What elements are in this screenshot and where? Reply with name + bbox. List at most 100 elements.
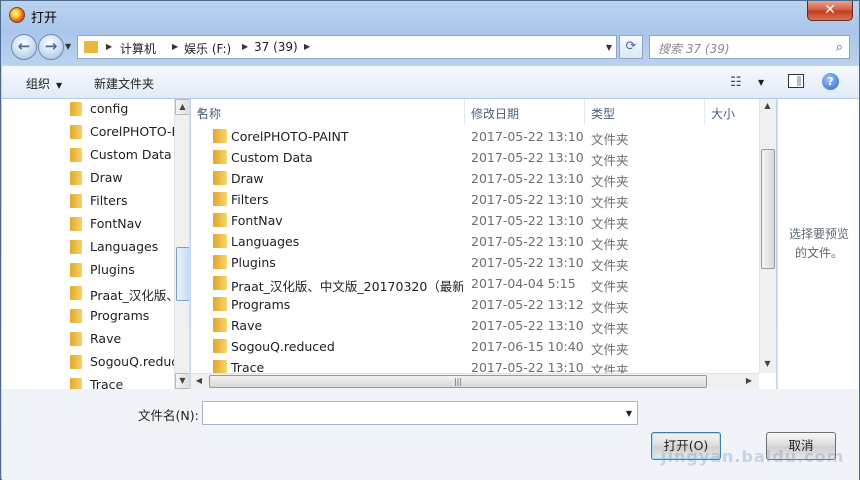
back-button[interactable]: ← [11,34,37,60]
column-header-type[interactable]: 类型 [585,99,705,125]
tree-item[interactable]: Filters [70,191,174,213]
preview-pane-icon[interactable] [788,74,804,88]
tree-item[interactable]: Plugins [70,260,174,282]
tree-item[interactable]: Languages [70,237,174,259]
file-modified-date: 2017-05-22 13:10 [471,171,584,186]
chevron-right-icon[interactable]: ▶ [106,42,112,51]
scroll-right-icon[interactable]: ▶ [741,374,757,389]
help-icon[interactable]: ? [822,73,839,90]
filename-dropdown-icon[interactable]: ▼ [626,409,632,418]
forward-button[interactable]: → [38,34,64,60]
address-bar[interactable]: ▶ 计算机 ▶ 娱乐 (F:) ▶ 37 (39) ▶ ▼ [77,35,617,59]
forward-arrow-icon: → [44,37,58,55]
tree-item-label: CorelPHOTO-PAINT [90,124,174,139]
column-header-date[interactable]: 修改日期 [465,99,585,125]
file-modified-date: 2017-05-22 13:10 [471,234,584,249]
folder-icon [70,378,82,389]
file-row[interactable]: Programs 2017-05-22 13:12 文件夹 [191,294,761,315]
tree-item[interactable]: Programs [70,306,174,328]
folder-icon [70,263,82,277]
tree-item[interactable]: config [70,99,174,121]
filename-label: 文件名(N): [138,408,199,423]
column-header-name[interactable]: 名称 ▲ [191,99,465,125]
tree-item[interactable]: Praat_汉化版、 [70,283,174,305]
file-type: 文件夹 [591,132,629,147]
chevron-down-icon: ▼ [56,81,63,90]
breadcrumb-drive[interactable]: 娱乐 (F:) [184,40,231,57]
filename-input[interactable]: ▼ [202,401,638,425]
file-name: Languages [231,234,300,249]
tree-item-label: Praat_汉化版、 [90,288,174,303]
back-arrow-icon: ← [17,37,31,55]
tree-scrollbar[interactable]: ▲ ▼ [174,99,189,389]
organize-button[interactable]: 组织 ▼ [26,75,62,92]
tree-item[interactable]: SogouQ.reduced [70,352,174,374]
new-folder-button[interactable]: 新建文件夹 [94,75,154,92]
tree-item[interactable]: FontNav [70,214,174,236]
folder-icon [213,234,227,248]
tree-item[interactable]: Trace [70,375,174,389]
file-row[interactable]: Praat_汉化版、中文版_20170320（最新... 2017-04-04 5… [191,273,761,294]
list-vertical-scrollbar[interactable]: ▲ ▼ [759,99,776,373]
address-dropdown-icon[interactable]: ▼ [606,43,612,52]
tree-item-label: Programs [90,308,150,323]
file-type: 文件夹 [591,216,629,231]
close-button[interactable]: ✕ [807,1,853,21]
chevron-right-icon[interactable]: ▶ [172,42,178,51]
tree-item-label: Trace [90,377,124,389]
breadcrumb-folder[interactable]: 37 (39) [254,40,298,54]
scroll-up-icon[interactable]: ▲ [760,99,775,115]
tree-item[interactable]: Custom Data [70,145,174,167]
file-modified-date: 2017-06-15 10:40 [471,339,584,354]
file-name: Custom Data [231,150,313,165]
file-name: Praat_汉化版、中文版_20170320（最新... [231,279,463,294]
organize-label: 组织 [26,77,51,91]
chevron-right-icon[interactable]: ▶ [304,42,310,51]
view-options-icon[interactable]: ☷ [730,75,742,90]
scroll-down-icon[interactable]: ▼ [175,373,189,389]
list-horizontal-scrollbar[interactable]: ◀ ||| ▶ [191,373,759,389]
file-row[interactable]: SogouQ.reduced 2017-06-15 10:40 文件夹 [191,336,761,357]
dialog-footer: 文件名(N): ▼ 打开(O) 取消 [2,389,859,480]
file-row[interactable]: Custom Data 2017-05-22 13:10 文件夹 [191,147,761,168]
file-type: 文件夹 [591,174,629,189]
tree-item[interactable]: Draw [70,168,174,190]
chevron-right-icon[interactable]: ▶ [242,42,248,51]
file-row[interactable]: Draw 2017-05-22 13:10 文件夹 [191,168,761,189]
tree-item-label: SogouQ.reduced [90,354,174,369]
scroll-up-icon[interactable]: ▲ [175,99,189,115]
view-dropdown-icon[interactable]: ▼ [758,78,764,87]
preview-message: 选择要预览的文件。 [788,227,849,260]
file-row[interactable]: FontNav 2017-05-22 13:10 文件夹 [191,210,761,231]
recent-locations-dropdown-icon[interactable]: ▼ [65,42,71,51]
tree-item-label: Plugins [90,262,135,277]
tree-item[interactable]: CorelPHOTO-PAINT [70,122,174,144]
file-row[interactable]: Plugins 2017-05-22 13:10 文件夹 [191,252,761,273]
file-row[interactable]: Filters 2017-05-22 13:10 文件夹 [191,189,761,210]
tree-scroll-thumb[interactable] [176,247,189,301]
column-header-size[interactable]: 大小 [705,99,759,125]
file-name: Plugins [231,255,276,270]
list-horizontal-thumb[interactable]: ||| [209,375,707,388]
folder-icon [70,194,82,208]
scroll-left-icon[interactable]: ◀ [191,374,207,389]
folder-icon [213,213,227,227]
file-row[interactable]: CorelPHOTO-PAINT 2017-05-22 13:10 文件夹 [191,126,761,147]
refresh-button[interactable]: ⟳ [619,35,643,59]
scroll-down-icon[interactable]: ▼ [760,357,775,373]
file-modified-date: 2017-05-22 13:12 [471,297,584,312]
file-name: Draw [231,171,264,186]
folder-icon [84,41,98,53]
open-file-dialog: 打开 ✕ ← → ▼ ▶ 计算机 ▶ 娱乐 (F:) ▶ 37 (39) ▶ ▼… [0,0,860,480]
folder-icon [213,318,227,332]
breadcrumb-computer[interactable]: 计算机 [120,40,156,57]
search-input[interactable]: 搜索 37 (39) ⌕ [649,35,850,59]
file-row[interactable]: Rave 2017-05-22 13:10 文件夹 [191,315,761,336]
file-row[interactable]: Languages 2017-05-22 13:10 文件夹 [191,231,761,252]
list-vertical-thumb[interactable] [761,149,775,269]
title-bar: 打开 ✕ [1,1,859,29]
refresh-icon: ⟳ [625,39,637,54]
tree-item[interactable]: Rave [70,329,174,351]
search-icon[interactable]: ⌕ [836,40,843,55]
tree-item-label: Custom Data [90,147,172,162]
